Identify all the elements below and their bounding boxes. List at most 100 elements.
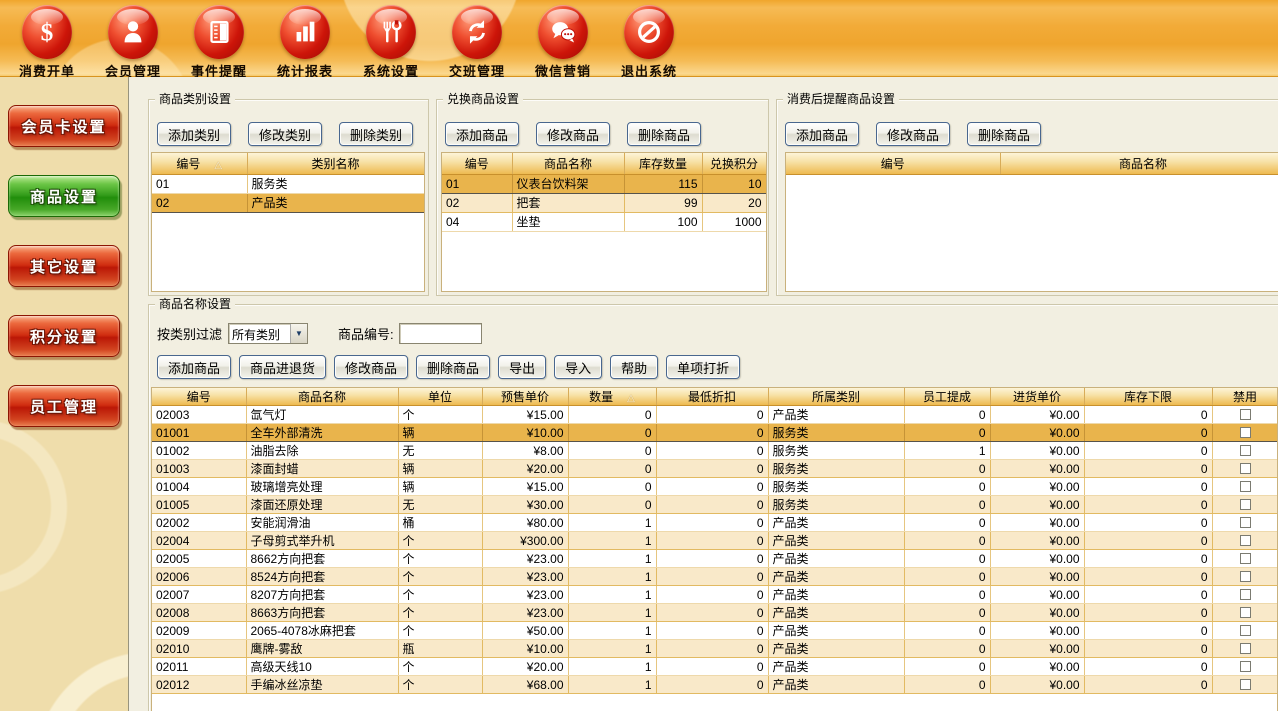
column-header[interactable]: 单位 bbox=[398, 388, 482, 406]
table-cell: 20 bbox=[702, 193, 766, 212]
table-cell: 产品类 bbox=[768, 586, 904, 604]
product-action-button[interactable]: 修改商品 bbox=[334, 355, 408, 379]
category-action-button[interactable]: 修改类别 bbox=[248, 122, 322, 146]
disable-checkbox[interactable] bbox=[1240, 589, 1251, 600]
table-row[interactable]: 02002安能润滑油桶¥80.0010产品类0¥0.000 bbox=[152, 514, 1278, 532]
column-header[interactable]: 商品名称 bbox=[246, 388, 398, 406]
table-row[interactable]: 02004子母剪式举升机个¥300.0010产品类0¥0.000 bbox=[152, 532, 1278, 550]
disable-checkbox[interactable] bbox=[1240, 643, 1251, 654]
column-header[interactable]: 库存数量 bbox=[624, 153, 702, 174]
table-row[interactable]: 01005漆面还原处理无¥30.0000服务类0¥0.000 bbox=[152, 496, 1278, 514]
disable-checkbox[interactable] bbox=[1240, 661, 1251, 672]
table-row[interactable]: 020092065-4078冰麻把套个¥50.0010产品类0¥0.000 bbox=[152, 622, 1278, 640]
table-row[interactable]: 020088663方向把套个¥23.0010产品类0¥0.000 bbox=[152, 604, 1278, 622]
table-row[interactable]: 020078207方向把套个¥23.0010产品类0¥0.000 bbox=[152, 586, 1278, 604]
disable-checkbox[interactable] bbox=[1240, 409, 1251, 420]
table-row[interactable]: 02011高级天线10个¥20.0010产品类0¥0.000 bbox=[152, 658, 1278, 676]
table-row[interactable]: 020068524方向把套个¥23.0010产品类0¥0.000 bbox=[152, 568, 1278, 586]
column-header[interactable]: 编号 bbox=[152, 388, 246, 406]
sidebar-item-member-card-settings[interactable]: 会员卡设置 bbox=[8, 105, 120, 147]
column-header[interactable]: 商品名称 bbox=[1000, 153, 1278, 174]
product-action-button[interactable]: 导入 bbox=[554, 355, 602, 379]
product-action-button[interactable]: 帮助 bbox=[610, 355, 658, 379]
column-header[interactable]: 预售单价 bbox=[482, 388, 568, 406]
reminder-action-button[interactable]: 添加商品 bbox=[785, 122, 859, 146]
table-cell: ¥0.00 bbox=[990, 568, 1084, 586]
table-row[interactable]: 02产品类 bbox=[152, 193, 424, 212]
table-cell: 02008 bbox=[152, 604, 246, 622]
toolbar-item-consume-billing[interactable]: $ 消费开单 bbox=[4, 2, 90, 80]
product-action-button[interactable]: 导出 bbox=[498, 355, 546, 379]
table-cell: 8207方向把套 bbox=[246, 586, 398, 604]
column-header[interactable]: 编号 bbox=[442, 153, 512, 174]
table-cell: 02 bbox=[152, 193, 247, 212]
table-cell: 02 bbox=[442, 193, 512, 212]
table-row[interactable]: 02010鹰牌-雾敌瓶¥10.0010产品类0¥0.000 bbox=[152, 640, 1278, 658]
column-header[interactable]: 兑换积分 bbox=[702, 153, 766, 174]
toolbar-item-system-settings[interactable]: 系统设置 bbox=[348, 2, 434, 80]
reminder-action-button[interactable]: 删除商品 bbox=[967, 122, 1041, 146]
column-header[interactable]: 商品名称 bbox=[512, 153, 624, 174]
product-action-button[interactable]: 添加商品 bbox=[157, 355, 231, 379]
disable-checkbox[interactable] bbox=[1240, 517, 1251, 528]
column-header[interactable]: 编号△ bbox=[152, 153, 247, 174]
table-cell: ¥20.00 bbox=[482, 658, 568, 676]
product-action-button[interactable]: 删除商品 bbox=[416, 355, 490, 379]
toolbar-item-statistics-report[interactable]: 统计报表 bbox=[262, 2, 348, 80]
product-action-button[interactable]: 单项打折 bbox=[666, 355, 740, 379]
column-header[interactable]: 库存下限 bbox=[1084, 388, 1212, 406]
column-header[interactable]: 数量△ bbox=[568, 388, 656, 406]
category-filter-dropdown[interactable]: 所有类别 ▼ bbox=[228, 323, 308, 344]
column-header[interactable]: 进货单价 bbox=[990, 388, 1084, 406]
column-header[interactable]: 最低折扣 bbox=[656, 388, 768, 406]
table-cell: 01003 bbox=[152, 460, 246, 478]
toolbar-item-event-reminder[interactable]: 事件提醒 bbox=[176, 2, 262, 80]
disable-checkbox[interactable] bbox=[1240, 481, 1251, 492]
column-header[interactable]: 员工提成 bbox=[904, 388, 990, 406]
table-cell: 02006 bbox=[152, 568, 246, 586]
column-header[interactable]: 禁用 bbox=[1212, 388, 1278, 406]
sidebar-item-staff-management[interactable]: 员工管理 bbox=[8, 385, 120, 427]
table-row[interactable]: 04坐垫1001000 bbox=[442, 212, 766, 231]
exchange-action-button[interactable]: 修改商品 bbox=[536, 122, 610, 146]
category-action-button[interactable]: 删除类别 bbox=[339, 122, 413, 146]
disable-checkbox[interactable] bbox=[1240, 679, 1251, 690]
sidebar-item-points-settings[interactable]: 积分设置 bbox=[8, 315, 120, 357]
column-header[interactable]: 编号 bbox=[786, 153, 1000, 174]
table-row[interactable]: 02012手编冰丝凉垫个¥68.0010产品类0¥0.000 bbox=[152, 676, 1278, 694]
table-row[interactable]: 01001全车外部清洗辆¥10.0000服务类0¥0.000 bbox=[152, 424, 1278, 442]
disable-checkbox[interactable] bbox=[1240, 445, 1251, 456]
chevron-down-icon[interactable]: ▼ bbox=[290, 324, 307, 343]
toolbar-item-exit-system[interactable]: 退出系统 bbox=[606, 2, 692, 80]
disable-checkbox[interactable] bbox=[1240, 463, 1251, 474]
table-row[interactable]: 020058662方向把套个¥23.0010产品类0¥0.000 bbox=[152, 550, 1278, 568]
reminder-action-button[interactable]: 修改商品 bbox=[876, 122, 950, 146]
disable-checkbox[interactable] bbox=[1240, 607, 1251, 618]
product-action-button[interactable]: 商品进退货 bbox=[239, 355, 326, 379]
table-cell: 0 bbox=[1084, 514, 1212, 532]
table-row[interactable]: 01服务类 bbox=[152, 174, 424, 193]
disable-checkbox[interactable] bbox=[1240, 571, 1251, 582]
table-row[interactable]: 01003漆面封蜡辆¥20.0000服务类0¥0.000 bbox=[152, 460, 1278, 478]
toolbar-item-shift-management[interactable]: 交班管理 bbox=[434, 2, 520, 80]
disable-checkbox[interactable] bbox=[1240, 427, 1251, 438]
exchange-action-button[interactable]: 删除商品 bbox=[627, 122, 701, 146]
sidebar-item-other-settings[interactable]: 其它设置 bbox=[8, 245, 120, 287]
category-action-button[interactable]: 添加类别 bbox=[157, 122, 231, 146]
table-row[interactable]: 02003氙气灯个¥15.0000产品类0¥0.000 bbox=[152, 406, 1278, 424]
table-row[interactable]: 01仪表台饮料架11510 bbox=[442, 174, 766, 193]
disable-checkbox[interactable] bbox=[1240, 499, 1251, 510]
table-row[interactable]: 01002油脂去除无¥8.0000服务类1¥0.000 bbox=[152, 442, 1278, 460]
column-header[interactable]: 类别名称 bbox=[247, 153, 424, 174]
disable-checkbox[interactable] bbox=[1240, 625, 1251, 636]
toolbar-item-wechat-marketing[interactable]: 微信营销 bbox=[520, 2, 606, 80]
toolbar-item-member-management[interactable]: 会员管理 bbox=[90, 2, 176, 80]
exchange-action-button[interactable]: 添加商品 bbox=[445, 122, 519, 146]
disable-checkbox[interactable] bbox=[1240, 553, 1251, 564]
sidebar-item-product-settings[interactable]: 商品设置 bbox=[8, 175, 120, 217]
table-row[interactable]: 01004玻璃增亮处理辆¥15.0000服务类0¥0.000 bbox=[152, 478, 1278, 496]
column-header[interactable]: 所属类别 bbox=[768, 388, 904, 406]
table-row[interactable]: 02把套9920 bbox=[442, 193, 766, 212]
product-code-input[interactable] bbox=[399, 323, 482, 344]
disable-checkbox[interactable] bbox=[1240, 535, 1251, 546]
